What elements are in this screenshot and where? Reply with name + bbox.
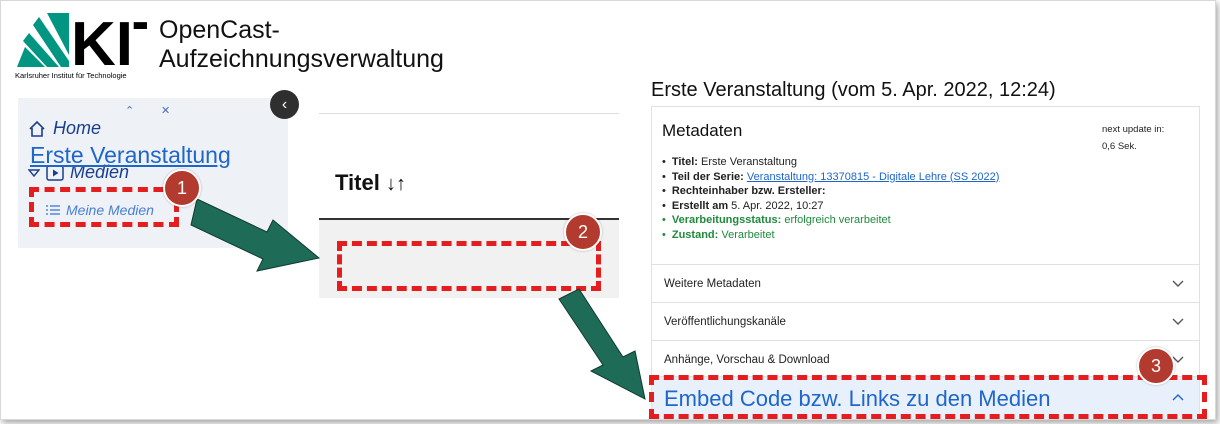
highlight-box-erste-veranstaltung [337,241,601,291]
list-item: Erstellt am 5. Apr. 2022, 10:27 [662,199,999,214]
home-icon [29,120,45,137]
accordion-anhaenge[interactable]: Anhänge, Vorschau & Download [652,340,1199,379]
app-title-line1: OpenCast- [159,16,280,44]
sidebar-collapse-button[interactable]: ‹ [270,90,299,119]
arrow-2-icon [558,288,646,400]
collapse-all-icon[interactable]: ✕ [161,104,170,117]
sidebar-item-home[interactable]: Home [27,118,101,139]
accordion-veroeffentlichungskanaele[interactable]: Veröffentlichungskanäle [652,302,1199,341]
table-header: Titel ↓↑ [319,113,619,220]
step-badge-1: 1 [163,169,201,207]
event-title: Erste Veranstaltung (vom 5. Apr. 2022, 1… [651,79,1056,101]
column-header-titel[interactable]: Titel ↓↑ [335,170,406,196]
highlight-box-meine-medien [29,187,179,227]
step-badge-2: 2 [564,213,602,251]
next-update-info: next update in: 0,6 Sek. [1102,121,1164,155]
chevron-down-icon [1172,280,1184,287]
metadata-list: Titel: Erste Veranstaltung Teil der Seri… [662,155,1000,243]
list-item: Zustand: Verarbeitet [662,228,999,243]
kit-logo: KIT [17,11,147,69]
chevron-down-icon [1172,318,1184,325]
list-item: Titel: Erste Veranstaltung [662,155,999,170]
next-update-label: next update in: [1102,124,1165,135]
series-link[interactable]: Veranstaltung: 13370815 - Digitale Lehre… [747,171,1000,183]
highlight-box-embed-code [649,375,1207,419]
screenshot-frame: KIT Karlsruher Institut für Technologie … [0,0,1216,420]
logo-subtitle: Karlsruher Institut für Technologie [15,71,127,80]
chevron-left-icon: ‹ [281,95,288,113]
metadata-panel: Metadaten next update in: 0,6 Sek. Titel… [651,106,1200,419]
next-update-value: 0,6 Sek. [1102,141,1137,152]
accordion-weitere-metadaten[interactable]: Weitere Metadaten [652,264,1199,303]
step-badge-3: 3 [1137,347,1175,385]
sort-icon[interactable]: ↓↑ [386,173,406,195]
column-header-label: Titel [335,170,380,195]
event-title-link[interactable]: Erste Veranstaltung [30,142,231,169]
sidebar-item-home-label: Home [53,118,102,138]
list-item: Verarbeitungsstatus: erfolgreich verarbe… [662,213,999,228]
list-item: Teil der Serie: Veranstaltung: 13370815 … [662,170,1000,185]
app-title-line2: Aufzeichnungsverwaltung [159,45,444,73]
metadata-heading: Metadaten [662,121,743,140]
app-title: OpenCast- Aufzeichnungsverwaltung [159,16,444,74]
expand-all-icon[interactable]: ⌃ [125,104,134,117]
logo-text: KIT [71,11,147,69]
list-item: Rechteinhaber bzw. Ersteller: [662,184,999,199]
